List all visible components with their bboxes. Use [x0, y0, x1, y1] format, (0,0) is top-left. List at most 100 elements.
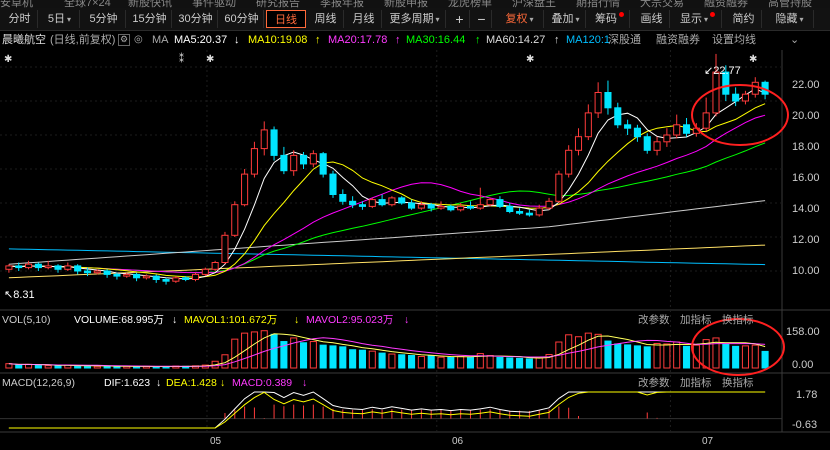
volume-bar [398, 354, 406, 369]
candle-body [103, 270, 111, 275]
event-star-icon: ✱ [526, 54, 534, 65]
dea-arrow: ↓ [220, 377, 226, 389]
candle-body [64, 265, 72, 270]
candle-body [15, 265, 23, 269]
candle-body [142, 275, 150, 279]
volume-bar [722, 343, 730, 369]
vol-arrow: ↓ [172, 314, 178, 326]
macd-change-params[interactable]: 改参数 [638, 375, 670, 391]
vol-add-indicator[interactable]: 加指标 [680, 312, 712, 328]
candle-body [152, 275, 160, 281]
candle-body [388, 197, 396, 206]
candle-body [270, 129, 278, 156]
candle-body [74, 265, 82, 272]
candle-body [25, 263, 33, 269]
candle-body [682, 124, 691, 134]
candle-body [44, 265, 52, 269]
volume-bar [358, 349, 366, 369]
mavol2-arrow: ↓ [404, 314, 410, 326]
candle-body [182, 277, 190, 280]
volume-bar [516, 357, 524, 369]
vol-axis-zero: 0.00 [792, 359, 814, 371]
volume-bar [270, 333, 278, 369]
candle-body [309, 153, 317, 165]
candle-body [466, 205, 475, 209]
x-tick: 06 [452, 436, 464, 447]
vol-change-params[interactable]: 改参数 [638, 312, 670, 328]
volume-bar [417, 355, 425, 369]
candle-body [476, 204, 484, 209]
volume-bar [565, 334, 573, 369]
macd-add-indicator[interactable]: 加指标 [680, 375, 712, 391]
price-tick: 14.00 [792, 203, 820, 215]
candle-body [457, 205, 465, 211]
candle-body [712, 71, 720, 114]
volume-bar [113, 366, 121, 369]
candle-body [545, 200, 553, 209]
price-tick: 20.00 [792, 110, 820, 122]
mavol1-line [8, 333, 766, 367]
volume-bar [231, 338, 239, 369]
x-tick: 07 [702, 436, 714, 447]
candle-body [250, 148, 258, 175]
ma30-line [8, 142, 766, 274]
macd-switch-indicator[interactable]: 换指标 [722, 375, 754, 391]
volume-bar [506, 357, 514, 369]
volume-bar [496, 356, 504, 369]
mavol-white-line [8, 333, 766, 367]
high-price-value: 22.77 [713, 65, 741, 77]
candle-body [535, 207, 543, 216]
high-price-annotation: ↙22.77 [704, 65, 741, 77]
volume-bar [486, 354, 494, 369]
volume-bar [93, 365, 101, 369]
volume-bar [260, 330, 268, 369]
macd-arrow: ↓ [302, 377, 308, 389]
volume-bar [584, 332, 592, 369]
vol-title: VOL(5,10) [2, 314, 51, 326]
candle-body [633, 127, 641, 138]
volume-bar [624, 344, 632, 369]
candle-body [34, 263, 42, 269]
candle-body [5, 265, 13, 270]
vol-info-bar: VOL(5,10) VOLUME:68.995万 ↓ MAVOL1:101.67… [0, 312, 830, 328]
volume-bar [388, 353, 396, 369]
volume-bar [682, 345, 691, 369]
mavol1-arrow: ↓ [294, 314, 300, 326]
price-tick: 12.00 [792, 234, 820, 246]
candle-body [241, 173, 249, 206]
price-tick: 10.00 [792, 265, 820, 277]
candle-body [408, 202, 416, 209]
volume-bar [466, 356, 475, 369]
candle-body [574, 136, 583, 151]
x-tick: 05 [210, 436, 222, 447]
volume-bar [457, 355, 465, 369]
volume-bar [34, 364, 42, 369]
candle-body [54, 265, 62, 270]
volume-bar [54, 365, 62, 369]
volume-bar [378, 352, 386, 369]
candle-body [437, 205, 445, 209]
vol-switch-indicator[interactable]: 换指标 [722, 312, 754, 328]
volume-bar [732, 345, 740, 369]
candle-body [231, 204, 239, 236]
candle-body [280, 154, 288, 172]
candle-body [368, 199, 376, 207]
candle-body [93, 270, 101, 274]
candle-body [349, 200, 357, 206]
candle-body [525, 212, 533, 216]
candle-body [732, 93, 740, 102]
mavol2-line [8, 337, 766, 367]
candle-body [83, 270, 92, 274]
candle-body [172, 277, 180, 282]
macd-axis-bottom: -0.63 [792, 419, 818, 431]
candle-body [113, 273, 121, 277]
volume-bar [309, 341, 317, 369]
candle-body [191, 273, 200, 280]
dif-arrow: ↓ [156, 377, 162, 389]
vol-mavol1: MAVOL1:101.672万 [184, 314, 278, 326]
candle-body [319, 153, 327, 175]
volume-bar [437, 356, 445, 369]
candle-body [643, 136, 651, 151]
event-star-icon: ✱ [206, 54, 214, 65]
macd-value: MACD:0.389 [232, 377, 293, 389]
